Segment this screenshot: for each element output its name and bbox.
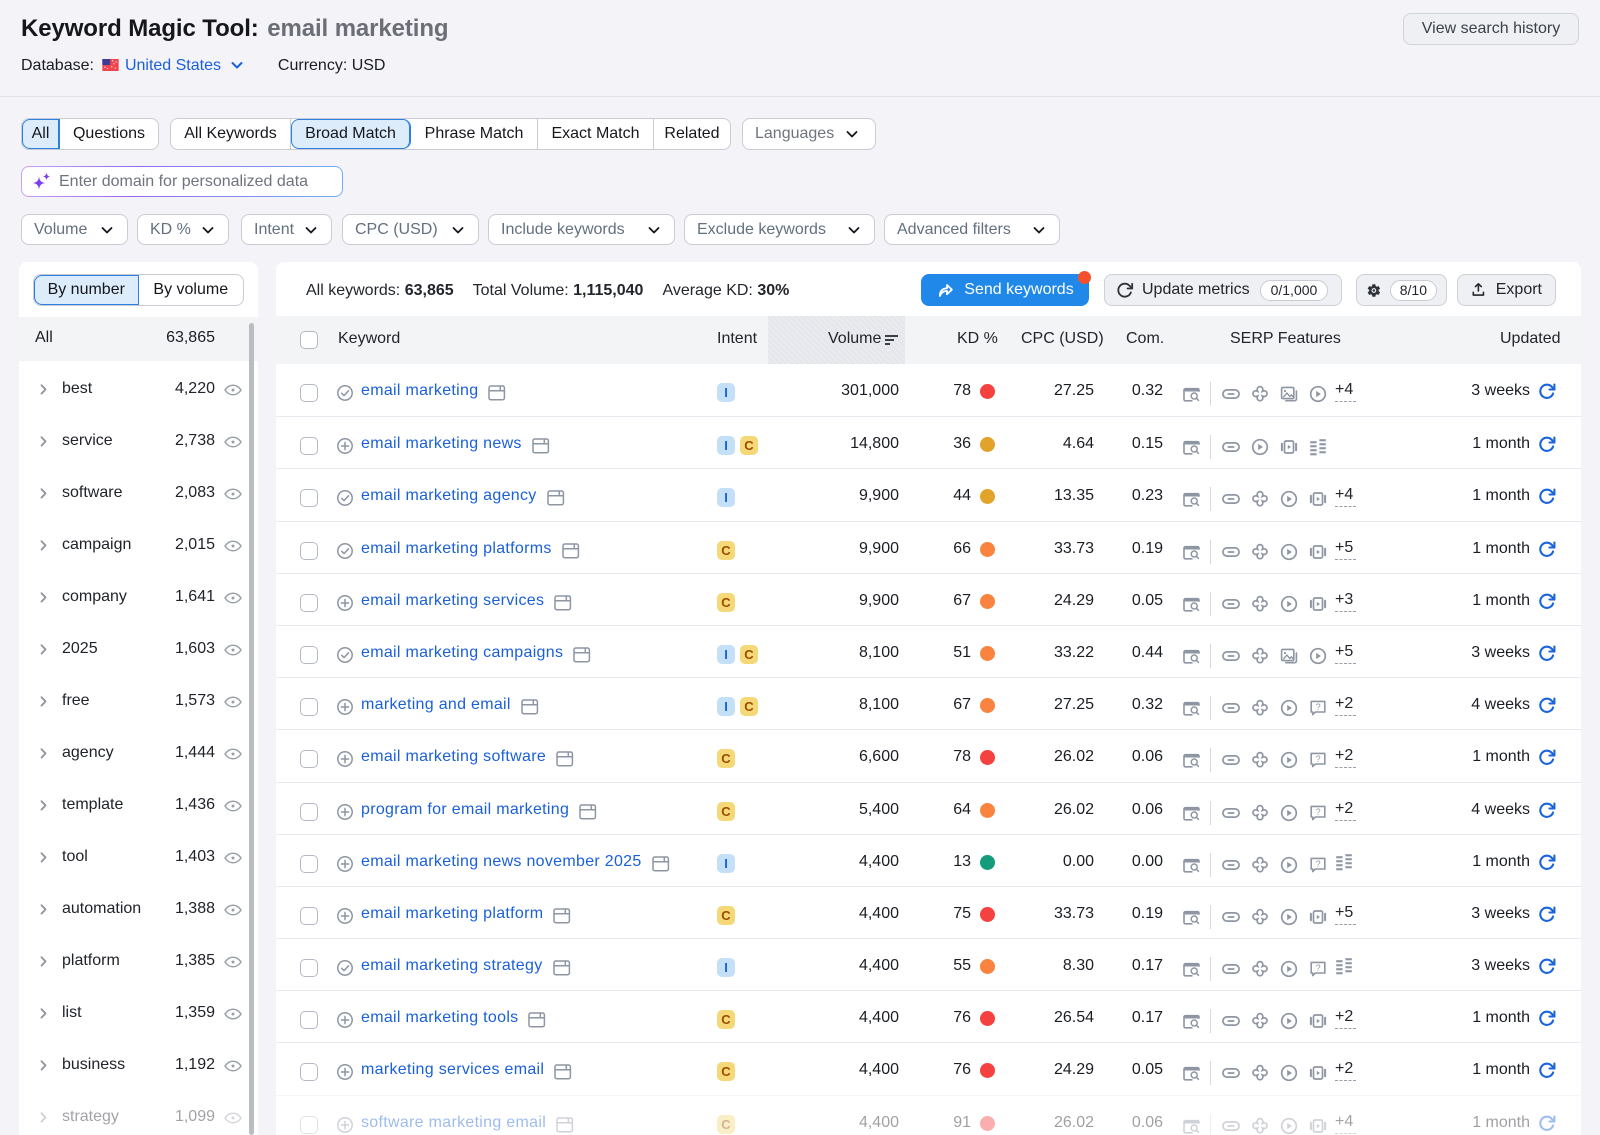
svg-text:?: ? xyxy=(1316,806,1321,816)
svg-text:?: ? xyxy=(1316,754,1321,764)
svg-text:?: ? xyxy=(1316,702,1321,712)
svg-text:?: ? xyxy=(1316,858,1321,868)
svg-text:?: ? xyxy=(1316,963,1321,973)
